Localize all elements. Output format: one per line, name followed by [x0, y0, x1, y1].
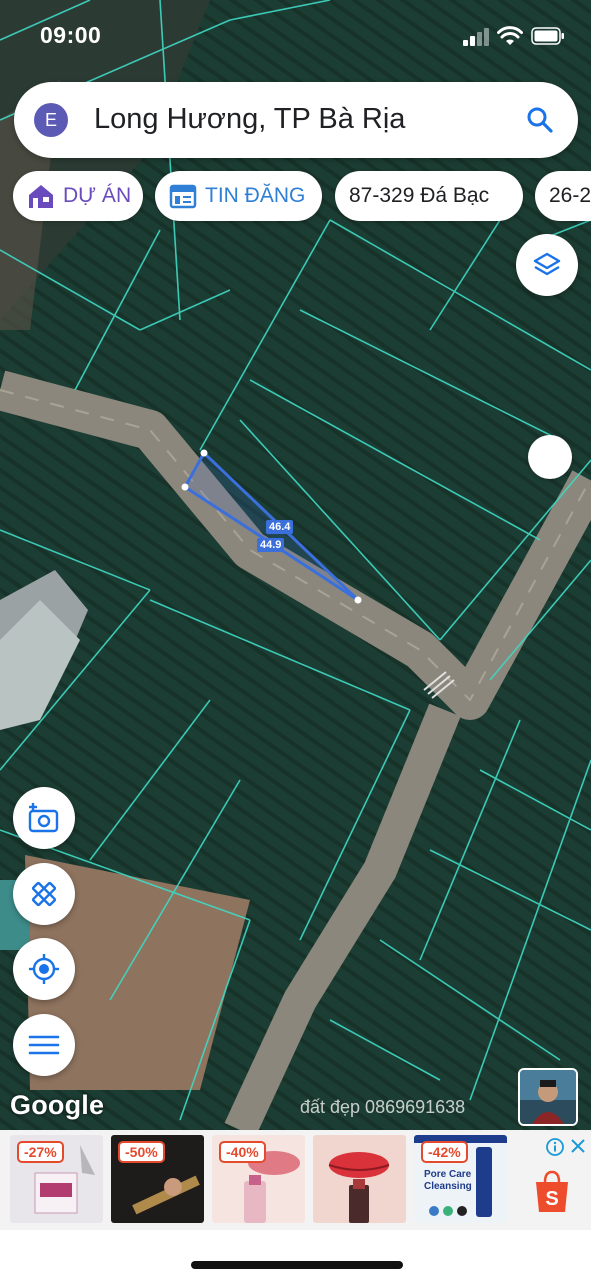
battery-icon [531, 27, 564, 45]
profile-thumbnail[interactable] [518, 1068, 578, 1126]
chip-address-1-label: 87-329 Đá Bạc [349, 184, 490, 207]
ad-banner[interactable]: -27% -50% -40% -42% Pore Care Cleansing … [0, 1130, 591, 1230]
wifi-icon [497, 26, 523, 45]
chip-address-1[interactable]: 87-329 Đá Bạc [335, 171, 523, 221]
satellite-map[interactable]: 46.4 44.9 Google đất đẹp 0869691638 [0, 0, 591, 1130]
chip-address-2-label: 26-2 [549, 184, 591, 207]
discount-badge: -27% [17, 1141, 64, 1163]
hamburger-menu-icon [28, 1035, 60, 1055]
ad-product-4[interactable] [313, 1135, 406, 1223]
ad-product-2[interactable]: -50% [111, 1135, 204, 1223]
search-query[interactable]: Long Hương, TP Bà Rịa [94, 103, 405, 136]
shopee-bag-icon[interactable]: S [533, 1170, 571, 1214]
ad-close-icon[interactable] [570, 1138, 586, 1154]
measure-label-top: 46.4 [266, 520, 294, 534]
status-time: 09:00 [40, 22, 102, 48]
measure-label-bottom: 44.9 [257, 538, 285, 552]
chip-du-an-label: DỰ ÁN [63, 184, 132, 207]
discount-badge: -42% [421, 1141, 468, 1163]
layers-icon [533, 252, 561, 276]
ruler-pencil-icon [31, 881, 57, 907]
ad-product-1[interactable]: -27% [10, 1135, 103, 1223]
cellular-signal-icon [463, 28, 489, 46]
opacity-slider-handle[interactable] [528, 435, 572, 479]
svg-text:S: S [545, 1188, 558, 1210]
chip-tin-dang-label: TIN ĐĂNG [205, 184, 306, 207]
status-bar: 09:00 [0, 0, 591, 72]
google-logo: Google [10, 1090, 105, 1120]
chip-address-2[interactable]: 26-2 [535, 171, 591, 221]
account-avatar[interactable]: E [34, 103, 68, 137]
ad-info-icon[interactable] [546, 1138, 564, 1156]
house-icon [29, 185, 53, 208]
measure-tool-button[interactable] [13, 863, 75, 925]
discount-badge: -50% [118, 1141, 165, 1163]
ad-product-text: Pore Care Cleansing [424, 1169, 472, 1192]
menu-button[interactable] [13, 1014, 75, 1076]
chip-du-an[interactable]: DỰ ÁN [13, 171, 143, 221]
product-image [313, 1135, 406, 1223]
listing-icon [169, 184, 197, 209]
map-imagery [0, 0, 591, 1130]
chip-tin-dang[interactable]: TIN ĐĂNG [155, 171, 322, 221]
discount-badge: -40% [219, 1141, 266, 1163]
ad-product-3[interactable]: -40% [212, 1135, 305, 1223]
home-indicator[interactable] [191, 1261, 403, 1269]
search-bar[interactable]: E Long Hương, TP Bà Rịa [14, 82, 578, 158]
bottom-safe-area [0, 1230, 591, 1280]
layers-button[interactable] [516, 234, 578, 296]
watermark-text: đất đẹp 0869691638 [300, 1097, 466, 1117]
crosshair-location-icon [29, 954, 59, 984]
ad-product-5[interactable]: -42% Pore Care Cleansing [414, 1135, 507, 1223]
my-location-button[interactable] [13, 938, 75, 1000]
add-photo-icon [28, 803, 59, 833]
add-photo-button[interactable] [13, 787, 75, 849]
search-icon[interactable] [526, 106, 554, 134]
